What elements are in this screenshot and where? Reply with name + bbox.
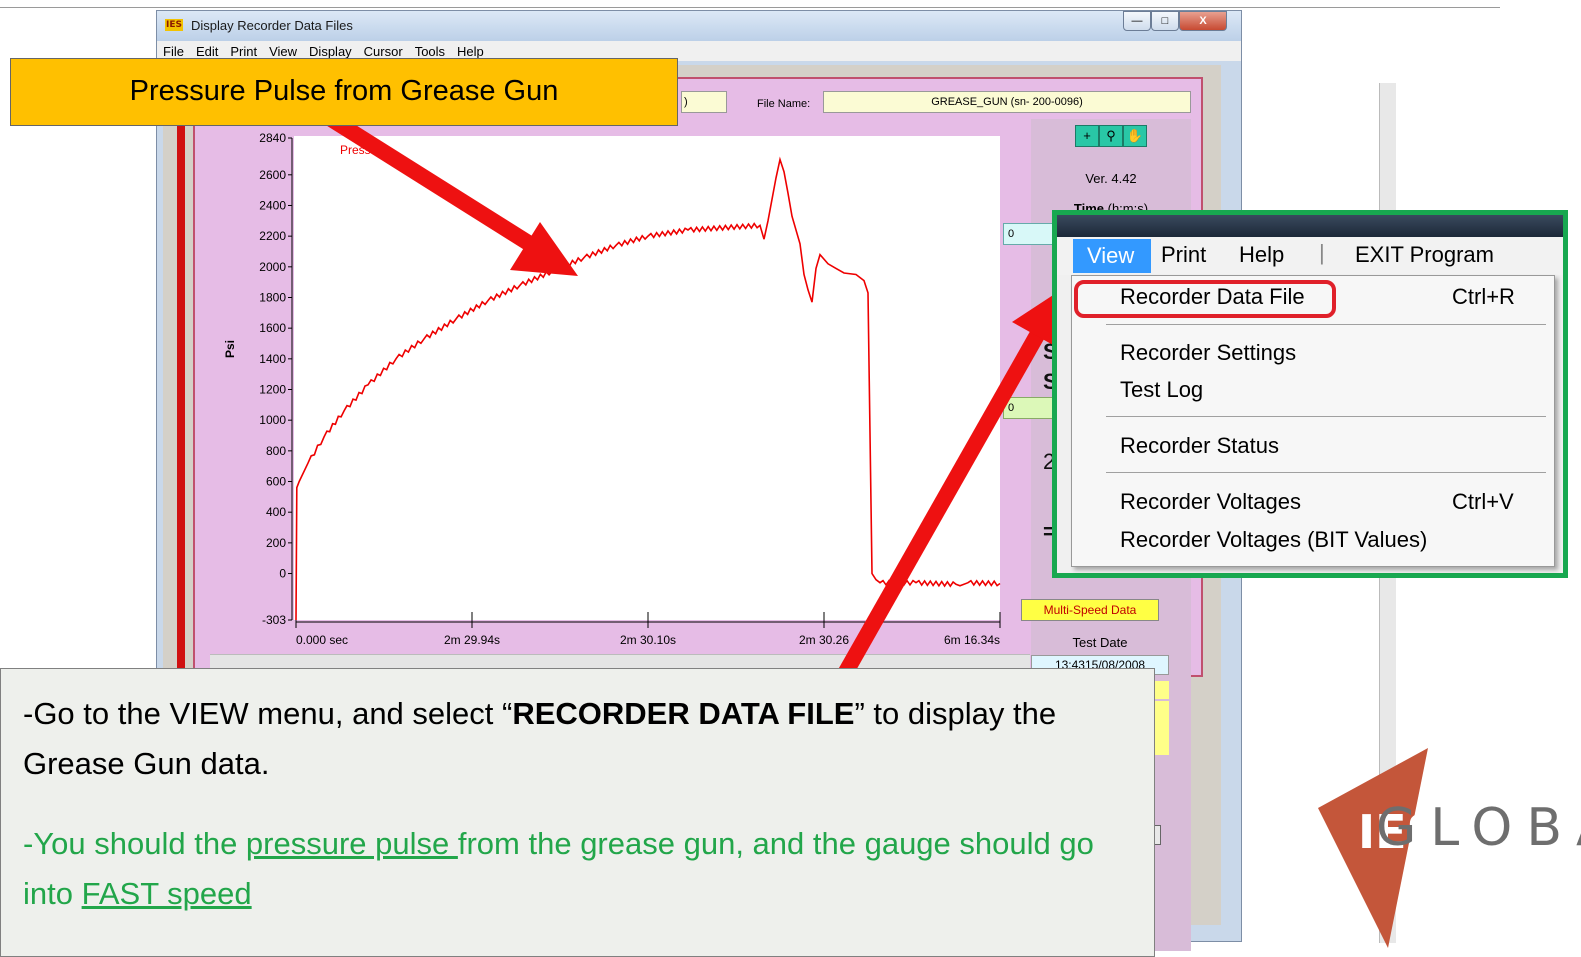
instruction-1-start: -Go to the VIEW menu, and select “ [23, 696, 513, 731]
inset-menu-bar: View Print Help | EXIT Program [1057, 237, 1563, 275]
instruction-1-bold: RECORDER DATA FILE [512, 696, 855, 731]
menu-item-recorder-status[interactable]: Recorder Status [1120, 433, 1279, 459]
instruction-2-underline-1: pressure pulse [245, 826, 458, 861]
instruction-box: -Go to the VIEW menu, and select “RECORD… [0, 668, 1155, 957]
logo-global-text: GLOBA [1376, 798, 1581, 858]
instruction-2-start: -You should the [23, 826, 246, 861]
menu-separator [1106, 472, 1546, 473]
arrow-to-menu-item [823, 284, 1070, 704]
inset-title-strip [1057, 215, 1563, 237]
view-dropdown: Recorder Data File Ctrl+R Recorder Setti… [1071, 275, 1555, 567]
instruction-step-1: -Go to the VIEW menu, and select “RECORD… [23, 689, 1143, 789]
inset-menu-exit[interactable]: EXIT Program [1355, 242, 1494, 268]
menu-item-recorder-voltages[interactable]: Recorder Voltages [1120, 489, 1301, 515]
instruction-step-2: -You should the pressure pulse from the … [23, 819, 1143, 919]
menu-item-recorder-settings[interactable]: Recorder Settings [1120, 340, 1296, 366]
inset-menu-separator: | [1319, 240, 1325, 265]
shortcut-ctrl-r: Ctrl+R [1452, 284, 1515, 309]
inset-menu-help[interactable]: Help [1239, 242, 1284, 268]
inset-menu-print[interactable]: Print [1161, 242, 1206, 268]
instruction-2-underline-2: FAST speed [81, 876, 252, 911]
menu-item-recorder-voltages-bit[interactable]: Recorder Voltages (BIT Values) [1120, 527, 1427, 553]
recorder-data-file-highlight [1074, 280, 1336, 318]
arrow-to-curve [315, 105, 578, 276]
shortcut-ctrl-v: Ctrl+V [1452, 489, 1514, 514]
menu-separator [1106, 416, 1546, 417]
menu-item-test-log[interactable]: Test Log [1120, 377, 1203, 403]
pulse-callout: Pressure Pulse from Grease Gun [10, 58, 678, 126]
view-menu-inset: View Print Help | EXIT Program Recorder … [1052, 210, 1568, 578]
menu-separator [1106, 324, 1546, 325]
inset-menu-view[interactable]: View [1073, 239, 1151, 273]
